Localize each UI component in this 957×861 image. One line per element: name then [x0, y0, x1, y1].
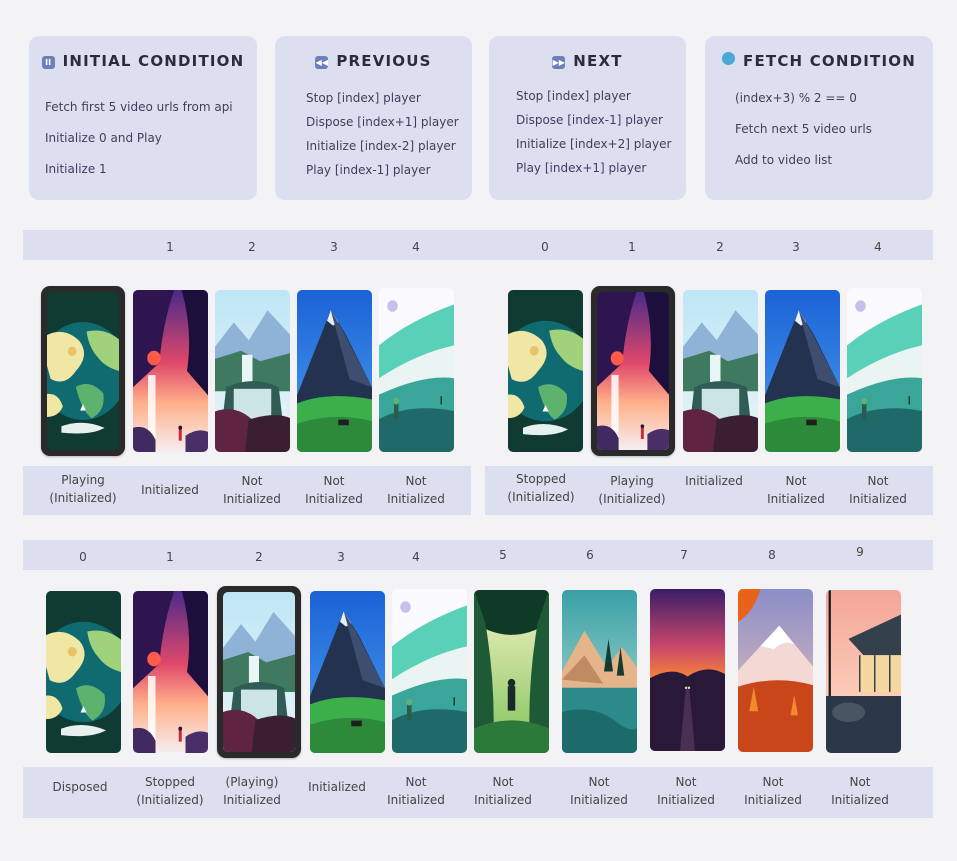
card-line: Play [index-1] player [306, 163, 431, 177]
index-label: 4 [412, 550, 420, 564]
status-label: (Playing) Initialized [223, 775, 281, 807]
video-thumbnail-mountain [310, 591, 385, 753]
index-label: 9 [856, 545, 864, 559]
phone-frame-playing [591, 286, 675, 456]
video-thumbnail-cave [133, 290, 208, 452]
card-line: Stop [index] player [516, 89, 631, 103]
index-label: 5 [499, 548, 507, 562]
video-thumbnail-dusk-road [650, 589, 725, 751]
video-thumbnail-hills [379, 288, 454, 452]
status-label: Not Initialized [767, 474, 825, 506]
video-thumbnail-globe [47, 292, 119, 450]
card-line: Dispose [index+1] player [306, 115, 459, 129]
status-label: Disposed [52, 780, 108, 794]
index-label: 0 [79, 550, 87, 564]
index-label: 2 [248, 240, 256, 254]
card-line: Initialize [index+2] player [516, 137, 672, 151]
status-label: Stopped (Initialized) [507, 472, 575, 504]
status-label: Initialized [685, 474, 743, 488]
status-label: Not Initialized [387, 775, 445, 807]
video-thumbnail-cave [597, 292, 669, 450]
card-line: Play [index+1] player [516, 161, 647, 175]
status-label: Not Initialized [223, 474, 281, 506]
video-thumbnail-lake-house [826, 590, 901, 753]
status-label: Not Initialized [744, 775, 802, 807]
status-label: Stopped (Initialized) [136, 775, 204, 807]
card-line: Dispose [index-1] player [516, 113, 663, 127]
status-label: Not Initialized [657, 775, 715, 807]
video-thumbnail-lake [562, 590, 637, 753]
index-label: 3 [330, 240, 338, 254]
index-label: 3 [337, 550, 345, 564]
status-label: Initialized [308, 780, 366, 794]
card-line: Fetch first 5 video urls from api [45, 100, 233, 114]
index-label: 1 [166, 240, 174, 254]
fetch-condition-title: FETCH CONDITION [705, 52, 933, 70]
index-label: 0 [541, 240, 549, 254]
video-thumbnail-mountain [297, 290, 372, 452]
card-line: Fetch next 5 video urls [735, 122, 872, 136]
video-thumbnail-globe [508, 290, 583, 452]
index-label: 8 [768, 548, 776, 562]
initial-condition-title: II INITIAL CONDITION [29, 52, 257, 70]
index-label: 3 [792, 240, 800, 254]
phone-frame-playing [41, 286, 125, 456]
status-label: Not Initialized [305, 474, 363, 506]
status-label: Not Initialized [831, 775, 889, 807]
card-line: Initialize [index-2] player [306, 139, 456, 153]
status-label: Not Initialized [570, 775, 628, 807]
video-thumbnail-waterfall [223, 592, 295, 752]
initial-condition-card: II INITIAL CONDITION Fetch first 5 video … [29, 36, 257, 200]
video-thumbnail-autumn-mountain [738, 589, 813, 752]
status-label: Not Initialized [849, 474, 907, 506]
previous-title: ◀◀ PREVIOUS [315, 52, 432, 70]
index-label: 7 [680, 548, 688, 562]
video-thumbnail-waterfall [683, 290, 758, 452]
card-line: Stop [index] player [306, 91, 421, 105]
index-label: 1 [166, 550, 174, 564]
status-label: Playing (Initialized) [598, 474, 666, 506]
card-line: Add to video list [735, 153, 833, 167]
status-label: Not Initialized [474, 775, 532, 807]
pause-icon: II [41, 56, 55, 69]
rewind-icon: ◀◀ [315, 56, 329, 69]
index-label: 4 [412, 240, 420, 254]
index-label: 1 [628, 240, 636, 254]
status-label: Initialized [141, 483, 199, 497]
video-thumbnail-hills [847, 288, 922, 452]
video-thumbnail-cave [133, 591, 208, 753]
globe-icon [722, 52, 735, 65]
status-label: Not Initialized [387, 474, 445, 506]
fast-forward-icon: ▶▶ [552, 56, 566, 69]
index-label: 2 [716, 240, 724, 254]
index-label: 4 [874, 240, 882, 254]
fetch-condition-card: FETCH CONDITION (index+3) % 2 == 0 Fetch… [705, 36, 933, 200]
video-thumbnail-globe [46, 591, 121, 753]
index-label: 6 [586, 548, 594, 562]
phone-frame-playing [217, 586, 301, 758]
video-thumbnail-mountain [765, 290, 840, 452]
card-line: Initialize 1 [45, 162, 107, 176]
card-line: (index+3) % 2 == 0 [735, 91, 857, 105]
video-thumbnail-hills [392, 589, 467, 753]
index-label: 2 [255, 550, 263, 564]
video-thumbnail-waterfall [215, 290, 290, 452]
previous-card: ◀◀ PREVIOUS Stop [index] player Dispose [… [275, 36, 472, 200]
next-card: ▶▶ NEXT Stop [index] player Dispose [inde… [489, 36, 686, 200]
next-title: ▶▶ NEXT [552, 52, 623, 70]
card-line: Initialize 0 and Play [45, 131, 162, 145]
video-thumbnail-forest-hiker [474, 590, 549, 753]
status-label: Playing (Initialized) [49, 473, 117, 505]
